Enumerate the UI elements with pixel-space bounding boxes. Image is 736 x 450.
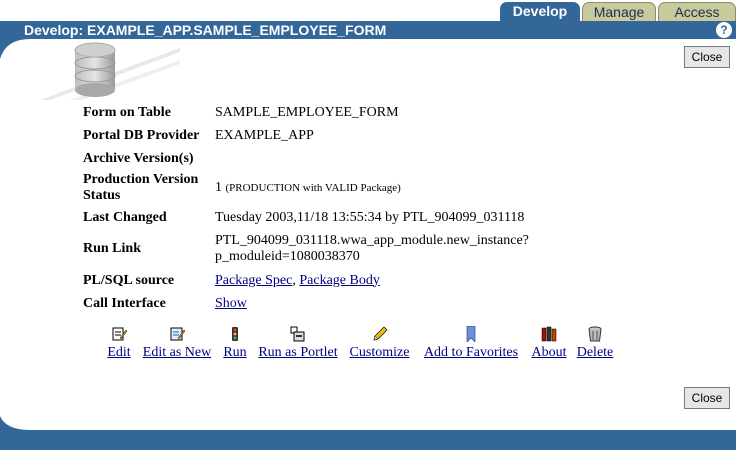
- call-interface-show-link[interactable]: Show: [215, 296, 247, 311]
- about-link[interactable]: About: [528, 345, 570, 361]
- edit-link[interactable]: Edit: [104, 345, 134, 361]
- action-edit-as-new[interactable]: Edit as New: [138, 326, 216, 361]
- tab-manage[interactable]: Manage: [582, 2, 656, 22]
- package-body-link[interactable]: Package Body: [299, 273, 379, 288]
- edit-as-new-link[interactable]: Edit as New: [138, 345, 216, 361]
- footer-bar: [0, 416, 736, 450]
- action-add-to-favorites[interactable]: Add to Favorites: [418, 326, 524, 361]
- title-bar-curve: [0, 39, 30, 59]
- customize-link[interactable]: Customize: [347, 345, 412, 361]
- help-icon[interactable]: ?: [716, 22, 732, 38]
- books-icon[interactable]: [541, 326, 557, 342]
- tab-access[interactable]: Access: [658, 2, 736, 22]
- action-run[interactable]: Run: [221, 326, 249, 361]
- label-archive: Archive Version(s): [83, 150, 194, 166]
- label-last-changed: Last Changed: [83, 209, 167, 225]
- production-version: 1: [215, 180, 222, 195]
- action-about[interactable]: About: [528, 326, 570, 361]
- database-icon: [40, 42, 180, 100]
- value-form-on-table: SAMPLE_EMPLOYEE_FORM: [215, 104, 399, 120]
- bookmark-icon[interactable]: [463, 326, 479, 342]
- plsql-separator: ,: [292, 272, 296, 288]
- tab-develop[interactable]: Develop: [500, 2, 580, 22]
- pencil-icon[interactable]: [372, 326, 388, 342]
- page-title: Develop: EXAMPLE_APP.SAMPLE_EMPLOYEE_FOR…: [24, 22, 387, 38]
- footer-bar-curve: [0, 416, 30, 430]
- component-info-table: Form on Table SAMPLE_EMPLOYEE_FORM Porta…: [80, 101, 532, 315]
- run-link[interactable]: Run: [221, 345, 249, 361]
- edit-as-new-icon[interactable]: [169, 326, 185, 342]
- action-edit[interactable]: Edit: [104, 326, 134, 361]
- delete-link[interactable]: Delete: [574, 345, 616, 361]
- row-archive: Archive Version(s): [80, 147, 532, 170]
- trash-icon[interactable]: [587, 326, 603, 342]
- row-form-on-table: Form on Table SAMPLE_EMPLOYEE_FORM: [80, 101, 532, 124]
- label-production-status: Production Version Status: [80, 170, 212, 206]
- value-call-interface: Show: [212, 292, 532, 315]
- value-provider: EXAMPLE_APP: [215, 127, 314, 143]
- value-run-link: PTL_904099_031118.wwa_app_module.new_ins…: [212, 229, 532, 269]
- row-call-interface: Call Interface Show: [80, 292, 532, 315]
- label-call-interface: Call Interface: [83, 295, 166, 311]
- label-plsql-source: PL/SQL source: [83, 272, 175, 288]
- label-provider: Portal DB Provider: [83, 127, 200, 143]
- row-last-changed: Last Changed Tuesday 2003,11/18 13:55:34…: [80, 206, 532, 229]
- row-plsql-source: PL/SQL source Package Spec, Package Body: [80, 269, 532, 292]
- add-to-favorites-link[interactable]: Add to Favorites: [418, 345, 524, 361]
- title-bar: Develop: EXAMPLE_APP.SAMPLE_EMPLOYEE_FOR…: [0, 21, 736, 39]
- label-form-on-table: Form on Table: [83, 104, 171, 120]
- run-link-line2: p_moduleid=1080038370: [215, 249, 360, 264]
- row-production-status: Production Version Status 1 (PRODUCTION …: [80, 170, 532, 206]
- action-customize[interactable]: Customize: [347, 326, 412, 361]
- package-spec-link[interactable]: Package Spec: [215, 273, 292, 288]
- close-button-top[interactable]: Close: [684, 46, 730, 68]
- action-run-as-portlet[interactable]: Run as Portlet: [254, 326, 342, 361]
- value-plsql-source: Package Spec, Package Body: [212, 269, 532, 292]
- value-production-status: 1 (PRODUCTION with VALID Package): [212, 170, 532, 206]
- label-production-line2: Status: [83, 188, 121, 203]
- run-icon[interactable]: [227, 326, 243, 342]
- edit-icon[interactable]: [111, 326, 127, 342]
- label-run-link: Run Link: [83, 241, 141, 256]
- row-provider: Portal DB Provider EXAMPLE_APP: [80, 124, 532, 147]
- value-archive: [212, 147, 532, 170]
- value-last-changed: Tuesday 2003,11/18 13:55:34 by PTL_90409…: [215, 209, 525, 225]
- portlet-icon[interactable]: [290, 326, 306, 342]
- close-button-bottom[interactable]: Close: [684, 387, 730, 409]
- run-link-line1: PTL_904099_031118.wwa_app_module.new_ins…: [215, 233, 529, 248]
- production-status-text: (PRODUCTION with VALID Package): [225, 182, 401, 194]
- label-production-line1: Production Version: [83, 172, 199, 187]
- row-run-link: Run Link PTL_904099_031118.wwa_app_modul…: [80, 229, 532, 269]
- run-as-portlet-link[interactable]: Run as Portlet: [254, 345, 342, 361]
- action-delete[interactable]: Delete: [574, 326, 616, 361]
